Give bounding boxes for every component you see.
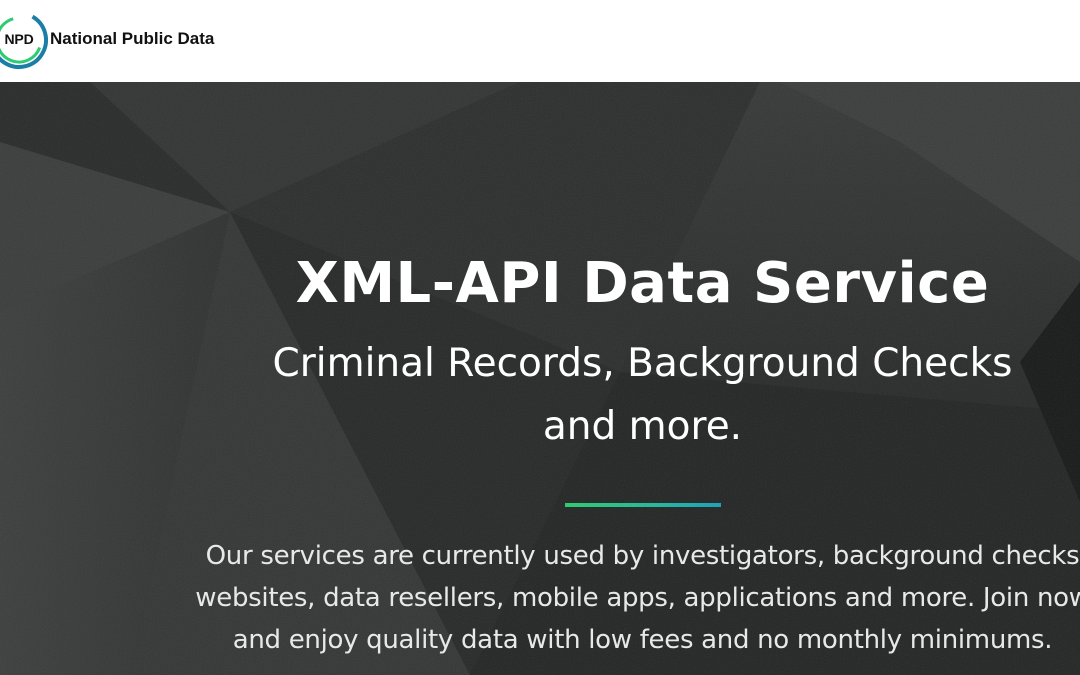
site-logo[interactable]: NPD	[0, 4, 48, 76]
hero-section: XML-API Data Service Criminal Records, B…	[0, 82, 1080, 675]
hero-subtitle: Criminal Records, Background Checks and …	[0, 332, 1080, 458]
accent-divider	[565, 503, 721, 507]
hero-description-line: Our services are currently used by inves…	[205, 541, 1080, 571]
hero-subtitle-line: and more.	[542, 404, 743, 449]
hero-description: Our services are currently used by inves…	[0, 535, 1080, 661]
hero-title: XML-API Data Service	[295, 251, 990, 316]
brand-name[interactable]: National Public Data	[50, 29, 214, 49]
logo-text: NPD	[4, 31, 34, 47]
hero-description-line: websites, data resellers, mobile apps, a…	[195, 583, 1080, 613]
hero-subtitle-line: Criminal Records, Background Checks	[272, 341, 1013, 386]
hero-description-line: and enjoy quality data with low fees and…	[232, 625, 1053, 655]
site-header: NPD National Public Data	[0, 0, 1080, 82]
page: NPD National Public Data XML-API Data Se…	[0, 0, 1080, 675]
